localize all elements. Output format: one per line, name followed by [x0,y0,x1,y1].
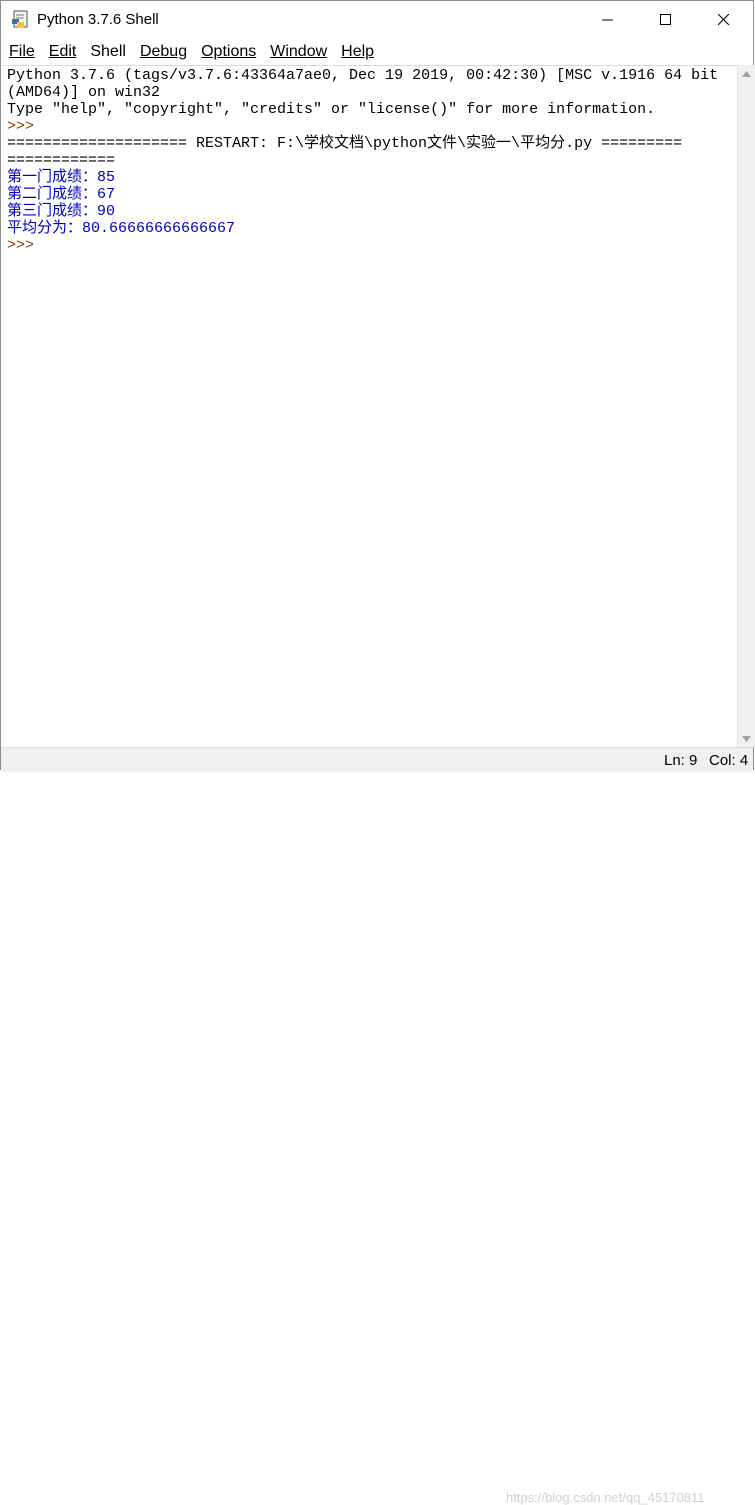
menu-bar: File Edit Shell Debug Options Window Hel… [1,39,753,65]
scroll-down-arrow-icon[interactable] [738,730,755,747]
window-title: Python 3.7.6 Shell [37,11,159,28]
menu-debug[interactable]: Debug [140,43,187,61]
shell-prompt: >>> [7,118,35,135]
shell-line: ============ [7,152,116,169]
menu-edit[interactable]: Edit [49,43,77,61]
python-idle-icon [11,10,31,30]
minimize-button[interactable] [585,1,631,39]
shell-output-line: 第三门成绩：90 [7,203,116,220]
close-icon [718,14,730,26]
menu-options[interactable]: Options [201,43,256,61]
title-bar[interactable]: Python 3.7.6 Shell [1,1,753,39]
menu-file[interactable]: File [9,43,35,61]
menu-window[interactable]: Window [270,43,327,61]
minimize-icon [602,19,613,21]
status-line-number: Ln: 9 [664,752,698,769]
shell-prompt: >>> [7,237,35,254]
shell-line: Python 3.7.6 (tags/v3.7.6:43364a7ae0, De… [7,67,719,84]
shell-line: (AMD64)] on win32 [7,84,161,101]
menu-help[interactable]: Help [341,43,374,61]
shell-output-line: 第二门成绩：67 [7,186,116,203]
scroll-up-arrow-icon[interactable] [738,65,755,82]
close-button[interactable] [701,1,747,39]
shell-text-area[interactable]: Python 3.7.6 (tags/v3.7.6:43364a7ae0, De… [2,65,737,747]
vertical-scrollbar[interactable] [737,65,755,747]
idle-shell-window: Python 3.7.6 Shell File Edit Shell Debug… [0,0,755,1505]
shell-output-line: 第一门成绩：85 [7,169,116,186]
menu-shell[interactable]: Shell [90,43,126,61]
watermark-text: https://blog.csdn.net/qq_45170811 [506,1490,705,1505]
shell-line: Type "help", "copyright", "credits" or "… [7,101,656,118]
status-bar: https://blog.csdn.net/qq_45170811 Ln: 9 … [1,747,753,1505]
shell-output-line: 平均分为：80.66666666666667 [7,220,236,237]
maximize-button[interactable] [643,1,689,39]
maximize-icon [660,14,671,25]
status-column-number: Col: 4 [709,752,749,769]
shell-line: ==================== RESTART: F:\学校文档\py… [7,135,683,152]
